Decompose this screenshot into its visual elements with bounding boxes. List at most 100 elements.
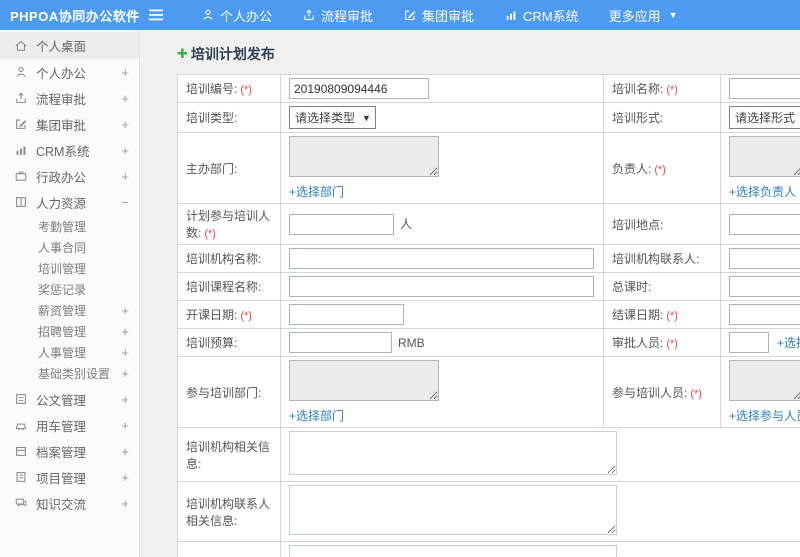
sidebar-item-hr[interactable]: 人力资源 − [0, 189, 139, 215]
select-approver-link[interactable]: +选择审批人员 [777, 336, 800, 350]
sidebar-item-personal-desktop[interactable]: 个人桌面 [0, 32, 139, 59]
upload-icon [304, 9, 314, 20]
agency-contact-info-textarea[interactable] [289, 485, 617, 535]
nav-more-apps[interactable]: 更多应用 ▼ [594, 0, 693, 30]
sidebar-item-label: 项目管理 [36, 471, 87, 486]
form-row-participant-count: 计划参与培训人数: (*) 人 培训地点: [177, 203, 800, 245]
sidebar-item-label: 知识交流 [36, 497, 87, 512]
form-row-start-date: 开课日期: (*) 结课日期: (*) [177, 300, 800, 329]
agency-name-input[interactable] [289, 248, 594, 269]
form-row-agency-contact-info: 培训机构联系人相关信息: [177, 481, 800, 542]
form-row-training-type: 培训类型: 请选择类型▼ 培训形式: 请选择形式▼ [177, 102, 800, 133]
archive-icon [14, 444, 28, 458]
sidebar-item-workflow-approval[interactable]: 流程审批 + [0, 85, 139, 111]
nav-label: CRM系统 [523, 8, 579, 24]
sidebar-subitem-salary[interactable]: 薪资管理 + [0, 300, 139, 321]
menu-toggle-button[interactable] [148, 8, 164, 22]
sidebar-item-vehicle[interactable]: 用车管理 + [0, 412, 139, 438]
hamburger-icon [149, 9, 163, 21]
participating-departments-textarea[interactable] [289, 360, 439, 401]
form-row-agency-info: 培训机构相关信息: [177, 427, 800, 482]
select-department-link[interactable]: +选择部门 [289, 183, 595, 200]
field-label: 培训预算: [177, 328, 281, 357]
expand-toggle[interactable]: + [121, 303, 129, 318]
training-name-input[interactable] [729, 78, 800, 99]
nav-workflow-approval[interactable]: 流程审批 [287, 0, 388, 30]
nav-crm-system[interactable]: CRM系统 [489, 0, 594, 30]
agency-contact-input[interactable] [729, 248, 800, 269]
chat-icon [14, 496, 28, 510]
approver-input[interactable] [729, 332, 769, 353]
sidebar: 个人桌面 个人办公 + 流程审批 + 集团审批 + CRM系统 + 行政办公 +… [0, 30, 140, 557]
nav-personal-office[interactable]: 个人办公 [186, 0, 287, 30]
sidebar-item-crm[interactable]: CRM系统 + [0, 137, 139, 163]
participants-textarea[interactable] [729, 360, 800, 401]
sidebar-item-project[interactable]: 项目管理 + [0, 464, 139, 490]
field-label: 培训类型: [177, 102, 281, 133]
sidebar-subitem-personnel[interactable]: 人事管理 + [0, 342, 139, 363]
expand-toggle[interactable]: + [121, 324, 129, 339]
training-type-select[interactable]: 请选择类型 ▼ [289, 106, 376, 129]
required-mark: (*) [654, 163, 666, 176]
sidebar-subitem-hr-contract[interactable]: 人事合同 [0, 237, 139, 258]
subitem-label: 基础类别设置 [38, 367, 111, 381]
training-form-select[interactable]: 请选择形式▼ [729, 106, 800, 129]
sidebar-item-admin-office[interactable]: 行政办公 + [0, 163, 139, 189]
page-title-text: 培训计划发布 [190, 46, 275, 62]
sidebar-item-knowledge[interactable]: 知识交流 + [0, 490, 139, 516]
sidebar-item-archive[interactable]: 档案管理 + [0, 438, 139, 464]
training-number-input[interactable] [289, 78, 429, 99]
host-department-textarea[interactable] [289, 136, 439, 177]
nav-label: 个人办公 [220, 8, 273, 24]
budget-input[interactable] [289, 332, 392, 353]
expand-toggle[interactable]: + [121, 392, 129, 407]
page-title: ✚ 培训计划发布 [177, 44, 800, 64]
sidebar-subitem-recruitment[interactable]: 招聘管理 + [0, 321, 139, 342]
training-requirements-textarea[interactable] [289, 545, 617, 557]
sidebar-item-personal-office[interactable]: 个人办公 + [0, 59, 139, 85]
total-hours-input[interactable] [729, 276, 800, 297]
subitem-label: 奖惩记录 [38, 283, 87, 297]
course-name-input[interactable] [289, 276, 594, 297]
expand-toggle[interactable]: + [121, 366, 129, 381]
expand-toggle[interactable]: + [121, 91, 129, 106]
start-date-input[interactable] [289, 304, 404, 325]
expand-toggle[interactable]: + [121, 169, 129, 184]
sidebar-subitem-base-category[interactable]: 基础类别设置 + [0, 363, 139, 384]
expand-toggle[interactable]: + [121, 496, 129, 511]
book-icon [14, 195, 28, 209]
training-location-input[interactable] [729, 213, 800, 235]
field-label: 结课日期: (*) [603, 300, 721, 329]
end-date-input[interactable] [729, 304, 800, 325]
select-department-link[interactable]: +选择部门 [289, 407, 595, 424]
field-label: 负责人: (*) [603, 132, 721, 204]
expand-toggle[interactable]: + [121, 418, 129, 433]
expand-toggle[interactable]: + [121, 345, 129, 360]
collapse-toggle[interactable]: − [121, 195, 129, 210]
subitem-label: 人事合同 [38, 241, 87, 255]
expand-toggle[interactable]: + [121, 470, 129, 485]
nav-group-approval[interactable]: 集团审批 [388, 0, 489, 30]
chart-icon [14, 143, 28, 157]
briefcase-icon [14, 169, 28, 183]
agency-info-textarea[interactable] [289, 431, 617, 475]
user-icon [14, 65, 28, 79]
select-responsible-link[interactable]: +选择负责人 [729, 183, 800, 200]
expand-toggle[interactable]: + [121, 117, 129, 132]
user-icon [203, 9, 213, 21]
main-content: ✚ 培训计划发布 培训编号:(*) 培训名称:(*) 培训类型: 请选择类型▼ [140, 30, 800, 557]
expand-toggle[interactable]: + [121, 143, 129, 158]
currency-suffix: RMB [398, 335, 425, 350]
sidebar-item-group-approval[interactable]: 集团审批 + [0, 111, 139, 137]
upload-icon [14, 91, 28, 105]
expand-toggle[interactable]: + [121, 65, 129, 80]
sidebar-subitem-reward-record[interactable]: 奖惩记录 [0, 279, 139, 300]
sidebar-subitem-training[interactable]: 培训管理 [0, 258, 139, 279]
field-label: 培训机构联系人相关信息: [177, 481, 281, 542]
sidebar-subitem-attendance[interactable]: 考勤管理 [0, 216, 139, 237]
participant-count-input[interactable] [289, 213, 394, 235]
responsible-person-textarea[interactable] [729, 136, 800, 177]
sidebar-item-official-doc[interactable]: 公文管理 + [0, 386, 139, 412]
select-participants-link[interactable]: +选择参与人员 [729, 407, 800, 424]
expand-toggle[interactable]: + [121, 444, 129, 459]
